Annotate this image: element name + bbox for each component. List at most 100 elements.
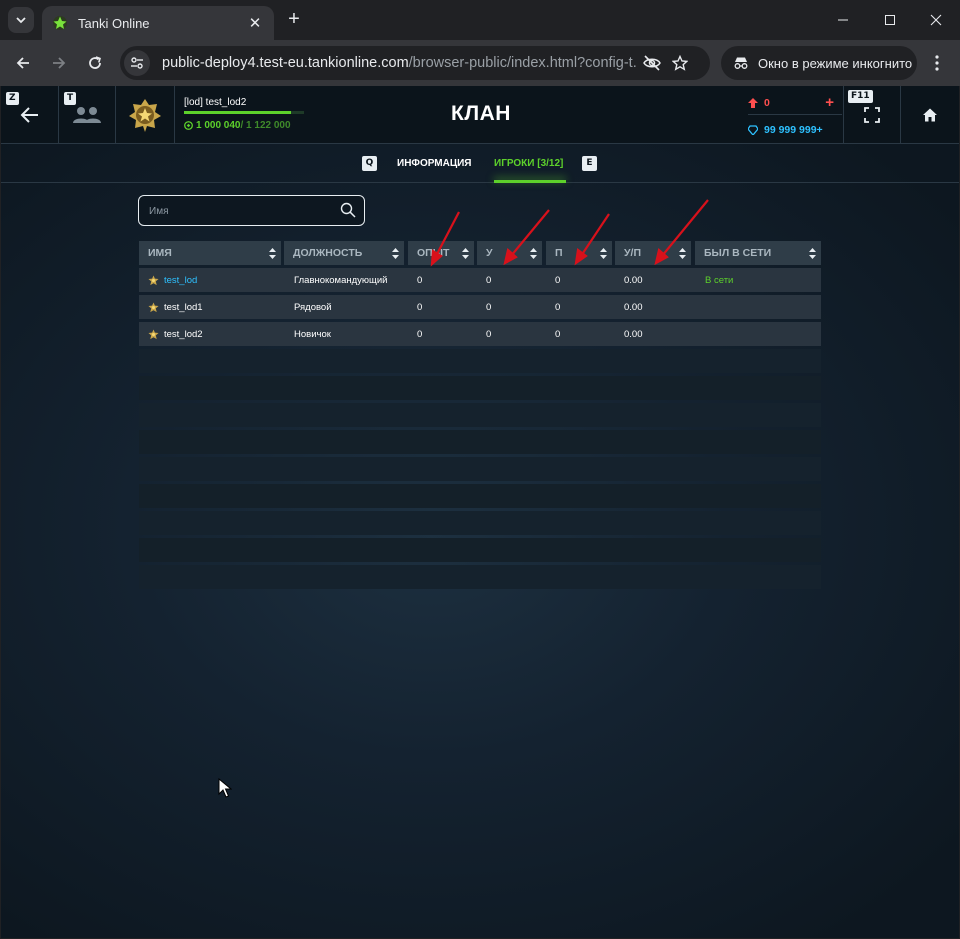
maximize-button[interactable]	[867, 0, 913, 40]
table-row[interactable]: test_lod Главнокомандующий 0 0 0 0.00 В сети	[139, 268, 821, 292]
member-name: test_lod1	[164, 301, 203, 313]
chevron-down-icon	[16, 17, 26, 24]
player-rank-badge[interactable]	[116, 86, 175, 144]
xp-total: / 1 122 000	[240, 120, 291, 131]
member-name: test_lod	[164, 274, 198, 286]
site-info-button[interactable]	[124, 50, 150, 76]
tune-icon	[131, 57, 143, 69]
url-host: public-deploy4.test-eu.tankionline.com	[162, 55, 409, 71]
maximize-icon	[885, 15, 895, 25]
column-header-label: П	[555, 247, 563, 259]
member-deaths-cell: 0	[555, 301, 561, 313]
member-name-cell: test_lod	[148, 268, 197, 292]
member-name-cell: test_lod1	[148, 295, 203, 319]
member-name-cell: test_lod2	[148, 322, 203, 346]
tab-title: Tanki Online	[78, 15, 150, 31]
tab-players[interactable]: ИГРОКИ [3/12]	[494, 158, 563, 169]
home-button[interactable]	[901, 86, 959, 144]
player-search	[138, 195, 365, 226]
incognito-label: Окно в режиме инкогнито	[758, 55, 913, 71]
add-points-button[interactable]: +	[825, 94, 834, 111]
browser-tabstrip: Tanki Online ✕ +	[0, 0, 960, 40]
fullscreen-button[interactable]: F11	[843, 86, 901, 144]
xp-progress-bar	[184, 111, 304, 114]
friends-icon	[73, 107, 101, 123]
browser-toolbar: public-deploy4.test-eu.tankionline.com/b…	[0, 40, 960, 86]
incognito-indicator[interactable]: Окно в режиме инкогнито	[721, 46, 917, 80]
empty-table-row	[139, 403, 821, 427]
member-deaths-cell: 0	[555, 274, 561, 286]
column-header-label: У/П	[624, 247, 641, 259]
game-back-button[interactable]: Z	[1, 86, 59, 144]
member-kd-cell: 0.00	[624, 328, 643, 340]
member-kills-cell: 0	[486, 328, 492, 340]
empty-table-row	[139, 349, 821, 373]
column-header-deaths[interactable]: П	[546, 241, 612, 265]
sort-icon	[679, 248, 686, 259]
member-kills-cell: 0	[486, 301, 492, 313]
back-button[interactable]	[9, 49, 37, 77]
arrow-right-icon	[53, 57, 66, 69]
address-bar[interactable]: public-deploy4.test-eu.tankionline.com/b…	[120, 46, 710, 80]
new-tab-button[interactable]: +	[283, 8, 305, 30]
search-input[interactable]	[149, 203, 334, 219]
forward-button[interactable]	[45, 49, 73, 77]
member-kills-cell: 0	[486, 274, 492, 286]
prev-tab-hotkey: Q	[362, 156, 377, 171]
rank-emblem-icon	[129, 99, 161, 132]
incognito-icon	[734, 57, 748, 69]
tab-close-icon[interactable]: ✕	[246, 14, 264, 32]
rank-star-icon	[148, 274, 159, 285]
table-row[interactable]: test_lod1 Рядовой 0 0 0 0.00	[139, 295, 821, 319]
column-header-role[interactable]: ДОЛЖНОСТЬ	[284, 241, 404, 265]
member-role-cell: Новичок	[294, 328, 331, 340]
sort-icon	[392, 248, 399, 259]
table-row[interactable]: test_lod2 Новичок 0 0 0 0.00	[139, 322, 821, 346]
url-path: /browser-public/index.html?config-t...	[408, 55, 638, 71]
reload-icon	[89, 56, 101, 69]
member-name: test_lod2	[164, 328, 203, 340]
xp-icon	[184, 121, 193, 130]
member-role-cell: Главнокомандующий	[294, 274, 388, 286]
column-header-last-seen[interactable]: БЫЛ В СЕТИ	[695, 241, 821, 265]
minimize-icon	[838, 19, 848, 21]
arrow-left-icon	[16, 57, 29, 69]
tab-information[interactable]: ИНФОРМАЦИЯ	[397, 158, 472, 169]
rank-star-icon	[148, 301, 159, 312]
tracking-protection-button[interactable]	[638, 49, 666, 77]
search-icon[interactable]	[340, 202, 356, 218]
empty-table-row	[139, 565, 821, 589]
minimize-button[interactable]	[820, 0, 866, 40]
member-exp-cell: 0	[417, 274, 423, 286]
bookmark-button[interactable]	[666, 49, 694, 77]
crystals-row[interactable]: 99 999 999+	[748, 124, 834, 136]
column-header-kills[interactable]: У	[477, 241, 542, 265]
sort-icon	[462, 248, 469, 259]
column-header-exp[interactable]: ОПЫТ	[408, 241, 474, 265]
friends-button[interactable]: T	[59, 86, 116, 144]
close-window-button[interactable]	[913, 0, 959, 40]
next-tab-hotkey: E	[582, 156, 597, 171]
column-header-label: ДОЛЖНОСТЬ	[293, 247, 363, 259]
column-header-name[interactable]: ИМЯ	[139, 241, 281, 265]
rank-star-icon	[148, 328, 159, 339]
currency-panel: 0 + 99 999 999+	[745, 86, 843, 144]
member-exp-cell: 0	[417, 301, 423, 313]
table-body: test_lod Главнокомандующий 0 0 0 0.00 В сети te…	[139, 268, 821, 589]
empty-table-row	[139, 484, 821, 508]
more-vert-icon	[935, 55, 939, 71]
player-info: [lod] test_lod2 1 000 040 / 1 122 000	[175, 86, 335, 144]
empty-table-row	[139, 538, 821, 562]
members-table: ИМЯ ДОЛЖНОСТЬ ОПЫТ У П У/П БЫЛ В СЕТИ test_lod…	[139, 241, 821, 589]
sort-icon	[600, 248, 607, 259]
close-icon	[930, 14, 942, 26]
column-header-kd[interactable]: У/П	[615, 241, 691, 265]
tab-search-button[interactable]	[8, 7, 34, 33]
browser-tab[interactable]: Tanki Online ✕	[42, 6, 274, 40]
browser-menu-button[interactable]	[924, 49, 950, 77]
reload-button[interactable]	[81, 49, 109, 77]
red-points-row[interactable]: 0 +	[748, 94, 834, 111]
hotkey-badge: Z	[6, 92, 19, 105]
clan-tabs: Q ИНФОРМАЦИЯ ИГРОКИ [3/12] E	[1, 144, 959, 183]
member-kd-cell: 0.00	[624, 301, 643, 313]
